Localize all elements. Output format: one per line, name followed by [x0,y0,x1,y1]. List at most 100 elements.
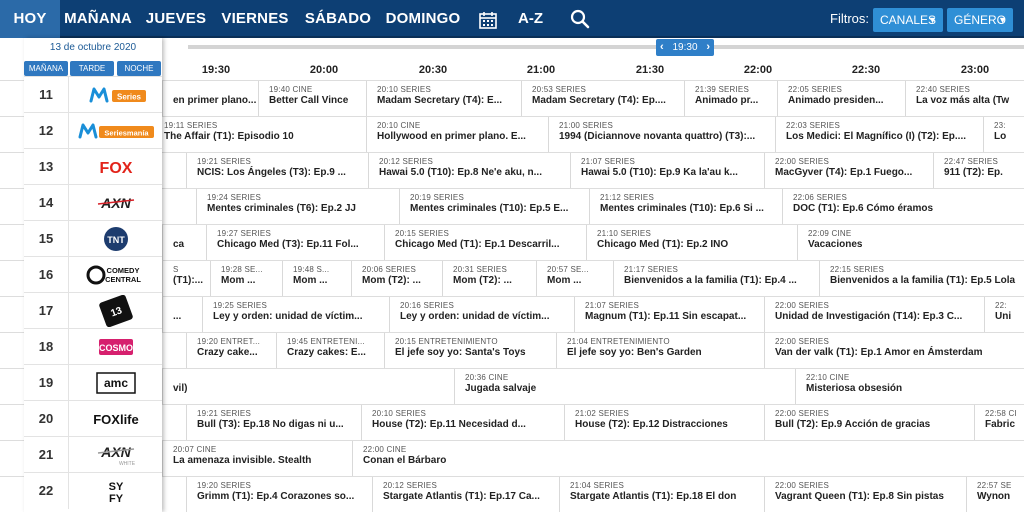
program-cell[interactable]: 22:58 CI Fabric [974,405,1024,440]
program-cell[interactable]: 22:00 SERIES Van der valk (T1): Ep.1 Amor… [764,333,1024,368]
axn-white-logo[interactable]: AXN WHITE [68,437,162,473]
program-cell[interactable]: 22:00 SERIES MacGyver (T4): Ep.1 Fuego... [764,153,933,188]
channel-row[interactable]: 18 COSMO [24,328,162,365]
channel-row[interactable]: 20 FOXlife [24,400,162,437]
program-cell[interactable]: 20:36 CINE Jugada salvaje [454,369,785,404]
tab-domingo[interactable]: DOMINGO [382,0,464,38]
program-cell[interactable]: 19:25 SERIES Ley y orden: unidad de vícti… [202,297,396,332]
program-cell[interactable]: 19:20 ENTRET... Crazy cake... [186,333,276,368]
channel-row[interactable]: 16 COMEDY CENTRAL [24,256,162,293]
tab-manana[interactable]: MAÑANA [60,0,136,38]
program-cell[interactable]: 22:00 SERIES Bull (T2): Ep.9 Acción de gr… [764,405,974,440]
morning-button[interactable]: MAÑANA [24,61,68,76]
program-cell[interactable]: 19:21 SERIES Bull (T3): Ep.18 No digas ni… [186,405,360,440]
channel-row[interactable]: 13 FOX [24,148,162,185]
program-cell[interactable]: 22:05 SERIES Animado presiden... [777,81,905,116]
program-cell[interactable]: 20:10 SERIES House (T2): Ep.11 Necesidad … [361,405,564,440]
program-cell[interactable]: 20:19 SERIES Mentes criminales (T10): Ep.… [399,189,593,224]
afternoon-button[interactable]: TARDE [70,61,114,76]
program-cell[interactable]: 21:04 ENTRETENIMIENTO El jefe soy yo: Ben… [556,333,762,368]
program-cell[interactable]: 21:07 SERIES Magnum (T1): Ep.11 Sin escap… [574,297,767,332]
current-time-marker[interactable]: ‹ 19:30 › [656,39,714,56]
program-cell[interactable]: 21:17 SERIES Bienvenidos a la familia (T1… [613,261,819,296]
program-cell[interactable]: 22:15 SERIES Bienvenidos a la familia (T1… [819,261,1024,296]
foxlife-logo[interactable]: FOXlife [68,401,162,437]
program-cell[interactable]: 19:27 SERIES Chicago Med (T3): Ep.11 Fol.… [206,225,385,260]
program-cell[interactable]: 22:06 SERIES DOC (T1): Ep.6 Cómo éramos [782,189,1024,224]
movistar-seriesmania-logo[interactable]: Seriesmanía [68,113,162,149]
program-cell[interactable]: 20:10 SERIES Madam Secretary (T4): E... [366,81,521,116]
program-cell[interactable]: 20:57 SE... Mom ... [536,261,613,296]
program-cell[interactable]: 22:09 CINE Vacaciones [797,225,1024,260]
channel-row[interactable]: 17 13 [24,292,162,329]
a-z-link[interactable]: A-Z [518,0,543,38]
program-cell[interactable]: 20:15 SERIES Chicago Med (T1): Ep.1 Desca… [384,225,586,260]
channel-row[interactable]: 14 AXN [24,184,162,221]
axn-logo[interactable]: AXN [68,185,162,221]
search-icon[interactable] [570,9,590,29]
syfy-logo[interactable]: SY FY [68,473,162,509]
comedy-central-logo[interactable]: COMEDY CENTRAL [68,257,162,293]
program-cell[interactable]: 22:00 SERIES Unidad de Investigación (T14… [764,297,984,332]
program-cell[interactable]: 23: Lo [983,117,1024,152]
program-cell[interactable]: en primer plano... [162,81,258,116]
program-cell[interactable]: 19:48 S... Mom ... [282,261,351,296]
program-cell[interactable]: ... [162,297,204,332]
tnt-logo[interactable]: TNT [68,221,162,257]
program-cell[interactable]: 19:40 CINE Better Call Vince [258,81,365,116]
amc-logo[interactable]: amc [68,365,162,401]
program-cell[interactable]: 22:00 CINE Conan el Bárbaro [352,441,753,476]
calendar-icon[interactable] [478,10,498,30]
chevron-left-icon[interactable]: ‹ [660,39,664,56]
program-cell[interactable]: 22:10 CINE Misteriosa obsesión [795,369,1024,404]
cosmo-logo[interactable]: COSMO [68,329,162,365]
program-cell[interactable]: 20:16 SERIES Ley y orden: unidad de vícti… [389,297,575,332]
program-cell[interactable]: ca [162,225,206,260]
timeline-scrollbar[interactable] [188,45,1024,49]
channel-row[interactable]: 11 Series [24,76,162,113]
tab-viernes[interactable]: VIERNES [218,0,292,38]
calle-13-logo[interactable]: 13 [68,293,162,329]
channel-row[interactable]: 15 TNT [24,220,162,257]
program-cell[interactable]: 22: Uni [984,297,1024,332]
program-cell[interactable]: 20:10 CINE Hollywood en primer plano. E..… [366,117,548,152]
program-cell[interactable]: 19:21 SERIES NCIS: Los Ángeles (T3): Ep.9… [186,153,383,188]
chevron-right-icon[interactable]: › [706,39,710,56]
tab-jueves[interactable]: JUEVES [140,0,212,38]
channel-row[interactable]: 19 amc [24,364,162,401]
program-cell[interactable]: S (T1):... [162,261,210,296]
tab-hoy[interactable]: HOY [0,0,60,38]
program-cell[interactable]: 20:53 SERIES Madam Secretary (T4): Ep.... [521,81,684,116]
program-cell[interactable]: 19:24 SERIES Mentes criminales (T6): Ep.2… [196,189,399,224]
program-cell[interactable]: 20:07 CINE La amenaza invisible. Stealth [162,441,352,476]
channel-row[interactable]: 21 AXN WHITE [24,436,162,473]
program-cell[interactable]: 21:10 SERIES Chicago Med (T1): Ep.2 INO [586,225,804,260]
fox-logo[interactable]: FOX [68,149,162,185]
program-cell[interactable]: 20:12 SERIES Stargate Atlantis (T1): Ep.1… [372,477,559,512]
channels-dropdown[interactable]: CANALES ▼ [873,8,943,32]
program-cell[interactable]: 20:12 SERIES Hawai 5.0 (T10): Ep.8 Ne'e a… [368,153,570,188]
genre-dropdown[interactable]: GÉNERO ▼ [947,8,1013,32]
program-cell[interactable]: 21:04 SERIES Stargate Atlantis (T1): Ep.1… [559,477,759,512]
program-cell[interactable]: 20:15 ENTRETENIMIENTO El jefe soy yo: San… [384,333,555,368]
channel-row[interactable]: 22 SY FY [24,472,162,509]
program-cell[interactable]: 21:39 SERIES Animado pr... [684,81,777,116]
program-cell[interactable]: 21:00 SERIES 1994 (Diciannove novanta qua… [548,117,774,152]
program-cell[interactable]: 22:03 SERIES Los Medici: El Magnífico (I)… [775,117,983,152]
program-cell[interactable]: 19:28 SE... Mom ... [210,261,272,296]
program-cell[interactable]: 22:40 SERIES La voz más alta (Tw [905,81,1024,116]
movistar-series-logo[interactable]: Series [68,77,162,113]
program-cell[interactable]: 20:31 SERIES Mom (T2): ... [442,261,537,296]
program-cell[interactable]: 21:12 SERIES Mentes criminales (T10): Ep.… [589,189,782,224]
program-cell[interactable]: 21:02 SERIES House (T2): Ep.12 Distraccio… [564,405,768,440]
tab-sabado[interactable]: SÁBADO [300,0,376,38]
program-cell[interactable]: vil) [162,369,454,404]
program-cell[interactable]: 21:07 SERIES Hawai 5.0 (T10): Ep.9 Ka la'… [570,153,764,188]
program-cell[interactable]: 19:20 SERIES Grimm (T1): Ep.4 Corazones s… [186,477,372,512]
program-cell[interactable]: 22:00 SERIES Vagrant Queen (T1): Ep.8 Sin… [764,477,965,512]
program-cell[interactable]: 22:47 SERIES 911 (T2): Ep. [933,153,1024,188]
program-cell[interactable]: 22:57 SE Wynon [966,477,1024,512]
program-cell[interactable]: 19:11 SERIES The Affair (T1): Episodio 10 [153,117,381,152]
channel-row[interactable]: 12 Seriesmanía [24,112,162,149]
night-button[interactable]: NOCHE [117,61,161,76]
